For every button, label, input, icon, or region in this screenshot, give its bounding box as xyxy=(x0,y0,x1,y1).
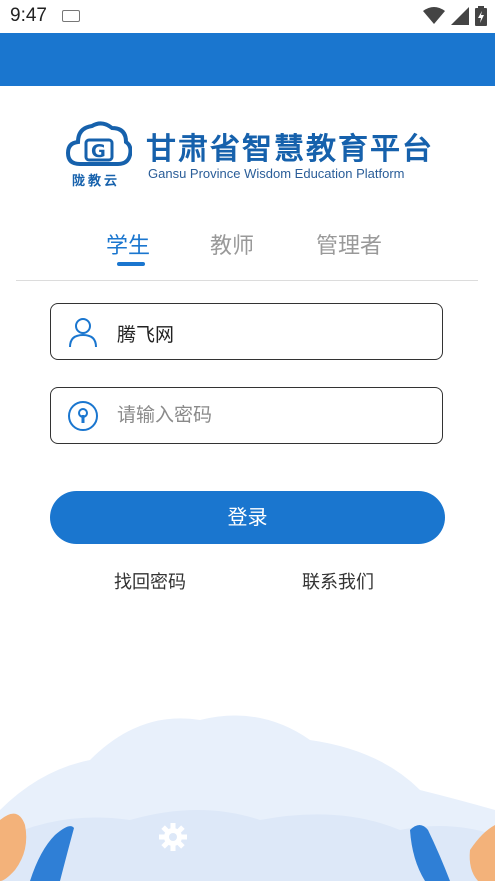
platform-brand: 陇教云 xyxy=(72,174,121,189)
active-tab-indicator xyxy=(117,262,145,266)
contact-us-link[interactable]: 联系我们 xyxy=(302,568,374,594)
status-bar: 9:47 xyxy=(0,0,495,33)
tab-admin[interactable]: 管理者 xyxy=(316,228,382,260)
platform-logo: G 甘肃省智慧教育平台 Gansu Province Wisdom Educat… xyxy=(66,118,436,190)
gear-icon xyxy=(159,823,187,851)
forgot-password-link[interactable]: 找回密码 xyxy=(114,568,186,594)
status-time: 9:47 xyxy=(10,5,47,26)
background-illustration xyxy=(0,715,495,881)
password-input[interactable] xyxy=(117,400,417,430)
password-field[interactable] xyxy=(50,387,443,444)
user-icon xyxy=(69,318,97,348)
username-field[interactable]: 腾飞网 xyxy=(50,303,443,360)
tab-teacher[interactable]: 教师 xyxy=(210,228,254,260)
status-icons xyxy=(423,6,487,26)
lock-icon xyxy=(68,401,98,431)
platform-subtitle: Gansu Province Wisdom Education Platform xyxy=(148,166,405,181)
platform-title: 甘肃省智慧教育平台 xyxy=(146,132,434,167)
logo-letter: G xyxy=(91,141,106,162)
role-tabs: 学生 教师 管理者 xyxy=(16,222,478,281)
wifi-icon xyxy=(423,7,445,24)
signal-icon xyxy=(451,7,469,25)
login-button[interactable]: 登录 xyxy=(50,491,445,544)
keyboard-icon xyxy=(62,10,80,22)
cloud-logo-icon: G xyxy=(66,121,132,166)
app-header-bar xyxy=(0,33,495,86)
battery-icon xyxy=(475,6,487,26)
username-value: 腾飞网 xyxy=(117,324,175,346)
tab-student[interactable]: 学生 xyxy=(106,228,150,260)
